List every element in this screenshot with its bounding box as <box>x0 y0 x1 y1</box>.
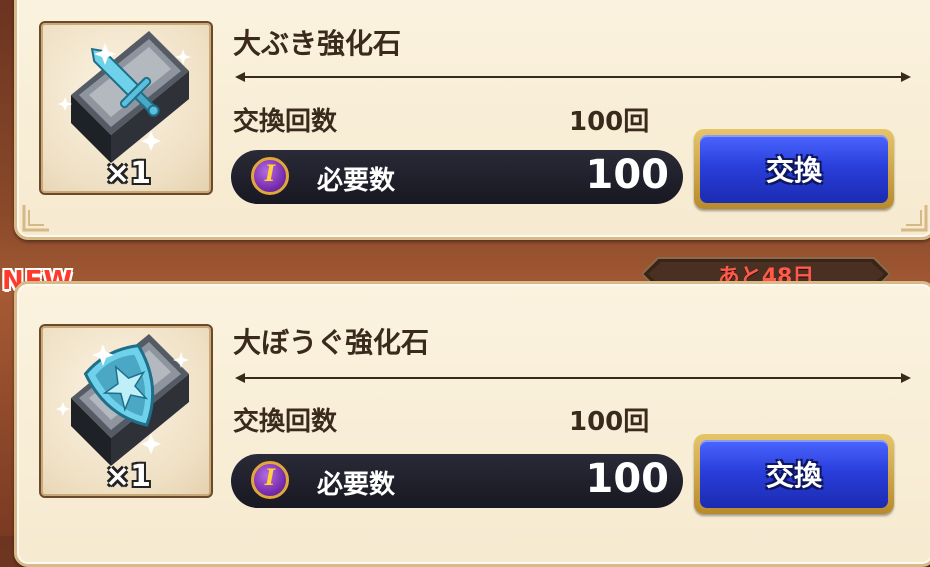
exchange-button-label: 交換 <box>765 154 822 187</box>
currency-coin-icon: I <box>251 461 289 499</box>
exchange-button[interactable]: 交換 <box>694 129 894 209</box>
shop-item-card: ×1 大ぶき強化石 交換回数 100回 I 必要数 100 交換 <box>14 0 930 240</box>
corner-ornament-icon <box>22 205 49 232</box>
divider <box>235 72 911 82</box>
required-cost-bar: I 必要数 100 <box>231 150 683 204</box>
item-quantity: ×1 <box>105 156 152 191</box>
currency-coin-icon: I <box>251 157 289 195</box>
required-value: 100 <box>585 456 670 502</box>
required-cost-bar: I 必要数 100 <box>231 454 683 508</box>
exchange-button-label: 交換 <box>765 459 822 492</box>
item-quantity: ×1 <box>105 459 152 494</box>
item-thumbnail[interactable]: ×1 <box>39 21 213 195</box>
shop-item-card: ×1 大ぼうぐ強化石 交換回数 100回 I 必要数 100 交換 <box>14 281 930 567</box>
item-name: 大ぼうぐ強化石 <box>233 326 430 359</box>
exchange-button[interactable]: 交換 <box>694 434 894 514</box>
required-label: 必要数 <box>317 470 396 500</box>
item-name: 大ぶき強化石 <box>233 27 402 60</box>
exchange-count-value: 100回 <box>569 107 650 137</box>
exchange-count-label: 交換回数 <box>233 107 338 137</box>
exchange-count-value: 100回 <box>569 407 650 437</box>
required-value: 100 <box>585 152 670 198</box>
item-thumbnail[interactable]: ×1 <box>39 324 213 498</box>
divider <box>235 373 911 383</box>
required-label: 必要数 <box>317 166 396 196</box>
exchange-count-label: 交換回数 <box>233 407 338 437</box>
corner-ornament-icon <box>901 205 928 232</box>
